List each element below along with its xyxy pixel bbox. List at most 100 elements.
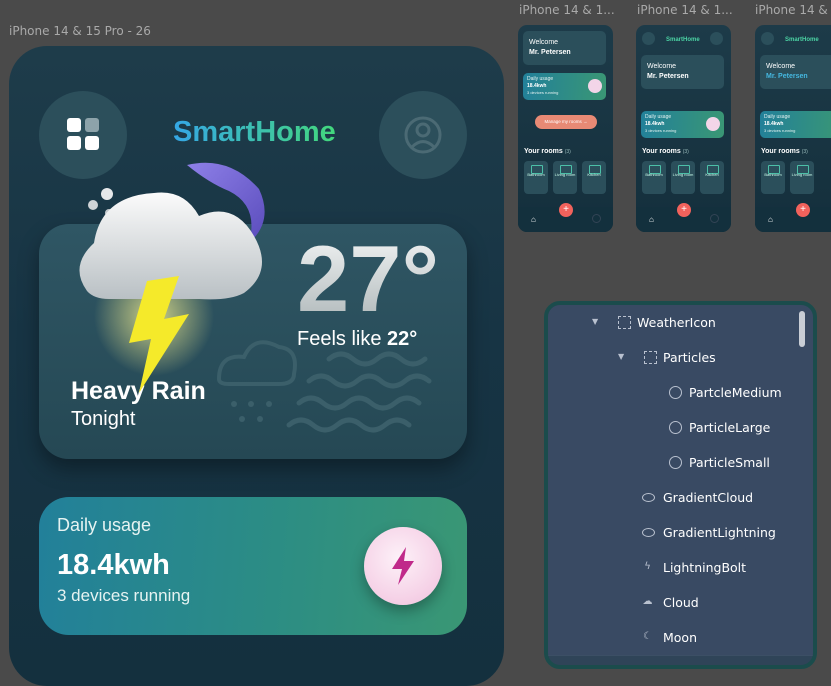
mini-usage-value: 18.4kwh xyxy=(645,121,665,127)
frame-label[interactable]: iPhone 14 & 15 Pro - 26 xyxy=(9,24,151,38)
user-icon xyxy=(404,116,442,154)
add-button[interactable]: + xyxy=(559,203,573,217)
scrollbar[interactable] xyxy=(799,311,805,347)
mini-bolt-icon xyxy=(588,79,602,93)
rooms-title: Your rooms xyxy=(642,148,681,155)
usage-title: Daily usage xyxy=(57,515,152,535)
ellipse-icon xyxy=(669,456,682,469)
mini-profile-icon[interactable] xyxy=(710,32,723,45)
room-card-living[interactable] xyxy=(553,161,577,194)
bottom-nav xyxy=(755,207,831,232)
room-card-kitchen[interactable] xyxy=(700,161,724,194)
welcome-name: Mr. Petersen xyxy=(529,49,571,56)
rooms-heading: Your rooms (3) xyxy=(761,148,808,155)
rooms-title: Your rooms xyxy=(761,148,800,155)
room-card-kitchen[interactable] xyxy=(582,161,606,194)
mini-phone-3[interactable]: SmartHome Welcome Mr. Petersen Daily usa… xyxy=(755,25,831,232)
mini-menu-icon[interactable] xyxy=(642,32,655,45)
feels-like-value: 22° xyxy=(387,328,418,350)
room-label: Kitchen xyxy=(705,172,719,177)
layer-label: Particles xyxy=(663,350,716,365)
layer-row-moon[interactable]: ☾ Moon xyxy=(548,620,813,656)
layer-label: Moon xyxy=(663,630,698,645)
home-icon[interactable]: ⌂ xyxy=(649,215,654,224)
mini-usage-value: 18.4kwh xyxy=(527,83,547,89)
room-card-living[interactable] xyxy=(790,161,814,194)
room-card-bathroom[interactable] xyxy=(524,161,548,194)
feels-like-prefix: Feels like xyxy=(297,328,388,350)
mini-phone-2[interactable]: SmartHome Welcome Mr. Petersen Daily usa… xyxy=(636,25,731,232)
mini-usage-title: Daily usage xyxy=(764,114,791,120)
welcome-text: Welcome xyxy=(647,63,677,70)
layer-row-particlesmall[interactable]: ParticleSmall xyxy=(548,445,813,481)
weather-icon[interactable] xyxy=(69,161,279,421)
cloud-icon: ☁ xyxy=(642,596,653,607)
mini-frame-label-1[interactable]: iPhone 14 & 1... xyxy=(519,3,615,17)
add-button[interactable]: + xyxy=(677,203,691,217)
mini-phone-1[interactable]: Welcome Mr. Petersen Daily usage 18.4kwh… xyxy=(518,25,613,232)
mini-menu-icon[interactable] xyxy=(761,32,774,45)
particle-large xyxy=(101,188,113,200)
layer-row-cloud[interactable]: ☁ Cloud xyxy=(548,585,813,621)
particle-medium xyxy=(88,200,98,210)
layer-row-weathericon[interactable]: ▼ WeatherIcon xyxy=(548,305,813,341)
ellipse-icon xyxy=(669,386,682,399)
layer-row-gradientcloud[interactable]: GradientCloud xyxy=(548,480,813,516)
ellipse-icon xyxy=(669,421,682,434)
welcome-name: Mr. Petersen xyxy=(647,73,689,80)
layer-row-partclemedium[interactable]: PartcleMedium xyxy=(548,375,813,411)
temperature: 27° xyxy=(297,226,440,331)
home-icon[interactable]: ⌂ xyxy=(768,215,773,224)
caret-down-icon[interactable]: ▼ xyxy=(592,317,598,326)
mini-usage-card[interactable]: Daily usage 18.4kwh 3 devices running xyxy=(760,111,831,138)
main-phone-frame[interactable]: SmartHome 27° Feels like 22° Heavy Rain … xyxy=(9,46,504,686)
layer-label: PartcleMedium xyxy=(689,385,782,400)
layers-panel[interactable]: ▼ WeatherIcon ▼ Particles PartcleMedium … xyxy=(544,301,817,669)
welcome-text: Welcome xyxy=(529,39,559,46)
mini-usage-value: 18.4kwh xyxy=(764,121,784,127)
mini-brand: SmartHome xyxy=(666,37,700,43)
mini-usage-sub: 3 devices running xyxy=(527,90,559,95)
room-card-bathroom[interactable] xyxy=(761,161,785,194)
layer-row-particles[interactable]: ▼ Particles xyxy=(548,340,813,376)
home-icon[interactable]: ⌂ xyxy=(531,215,536,224)
layer-label: ParticleSmall xyxy=(689,455,770,470)
layer-label: Cloud xyxy=(663,595,699,610)
room-label: Living room xyxy=(791,172,813,177)
oval-icon xyxy=(642,528,655,537)
frame-icon xyxy=(618,316,631,329)
layer-label: ParticleLarge xyxy=(689,420,771,435)
add-button[interactable]: + xyxy=(796,203,810,217)
layer-label: WeatherIcon xyxy=(637,315,716,330)
room-card-living[interactable] xyxy=(671,161,695,194)
layer-label: LightningBolt xyxy=(663,560,747,575)
layer-row-particlelarge[interactable]: ParticleLarge xyxy=(548,410,813,446)
gear-icon[interactable] xyxy=(710,214,719,223)
moon-icon: ☾ xyxy=(643,631,652,642)
mini-usage-card[interactable]: Daily usage 18.4kwh 3 devices running xyxy=(641,111,724,138)
brand-title: SmartHome xyxy=(173,116,336,148)
caret-down-icon[interactable]: ▼ xyxy=(618,352,624,361)
room-card-bathroom[interactable] xyxy=(642,161,666,194)
manage-rooms-button[interactable]: Manage my rooms → xyxy=(535,115,597,129)
layer-row-gradientlightning[interactable]: GradientLightning xyxy=(548,515,813,551)
feels-like: Feels like 22° xyxy=(297,328,417,351)
rooms-heading: Your rooms (3) xyxy=(642,148,689,155)
energy-button[interactable] xyxy=(364,527,442,605)
mini-frame-label-2[interactable]: iPhone 14 & 1... xyxy=(637,3,733,17)
oval-icon xyxy=(642,493,655,502)
welcome-card: Welcome Mr. Petersen xyxy=(523,31,606,65)
gear-icon[interactable] xyxy=(592,214,601,223)
daily-usage-card[interactable]: Daily usage 18.4kwh 3 devices running xyxy=(39,497,467,635)
profile-button[interactable] xyxy=(379,91,467,179)
mini-usage-sub: 3 devices running xyxy=(645,128,677,133)
welcome-card: Welcome Mr. Petersen xyxy=(641,55,724,89)
welcome-text: Welcome xyxy=(766,63,796,70)
mini-usage-card[interactable]: Daily usage 18.4kwh 3 devices running xyxy=(523,73,606,100)
mini-usage-sub: 3 devices running xyxy=(764,128,796,133)
mini-frame-label-3[interactable]: iPhone 14 & 1... xyxy=(755,3,831,17)
room-label: Bathroom xyxy=(527,172,545,177)
rooms-title: Your rooms xyxy=(524,148,563,155)
layer-label: GradientLightning xyxy=(663,525,776,540)
layer-row-lightningbolt[interactable]: ϟ LightningBolt xyxy=(548,550,813,586)
